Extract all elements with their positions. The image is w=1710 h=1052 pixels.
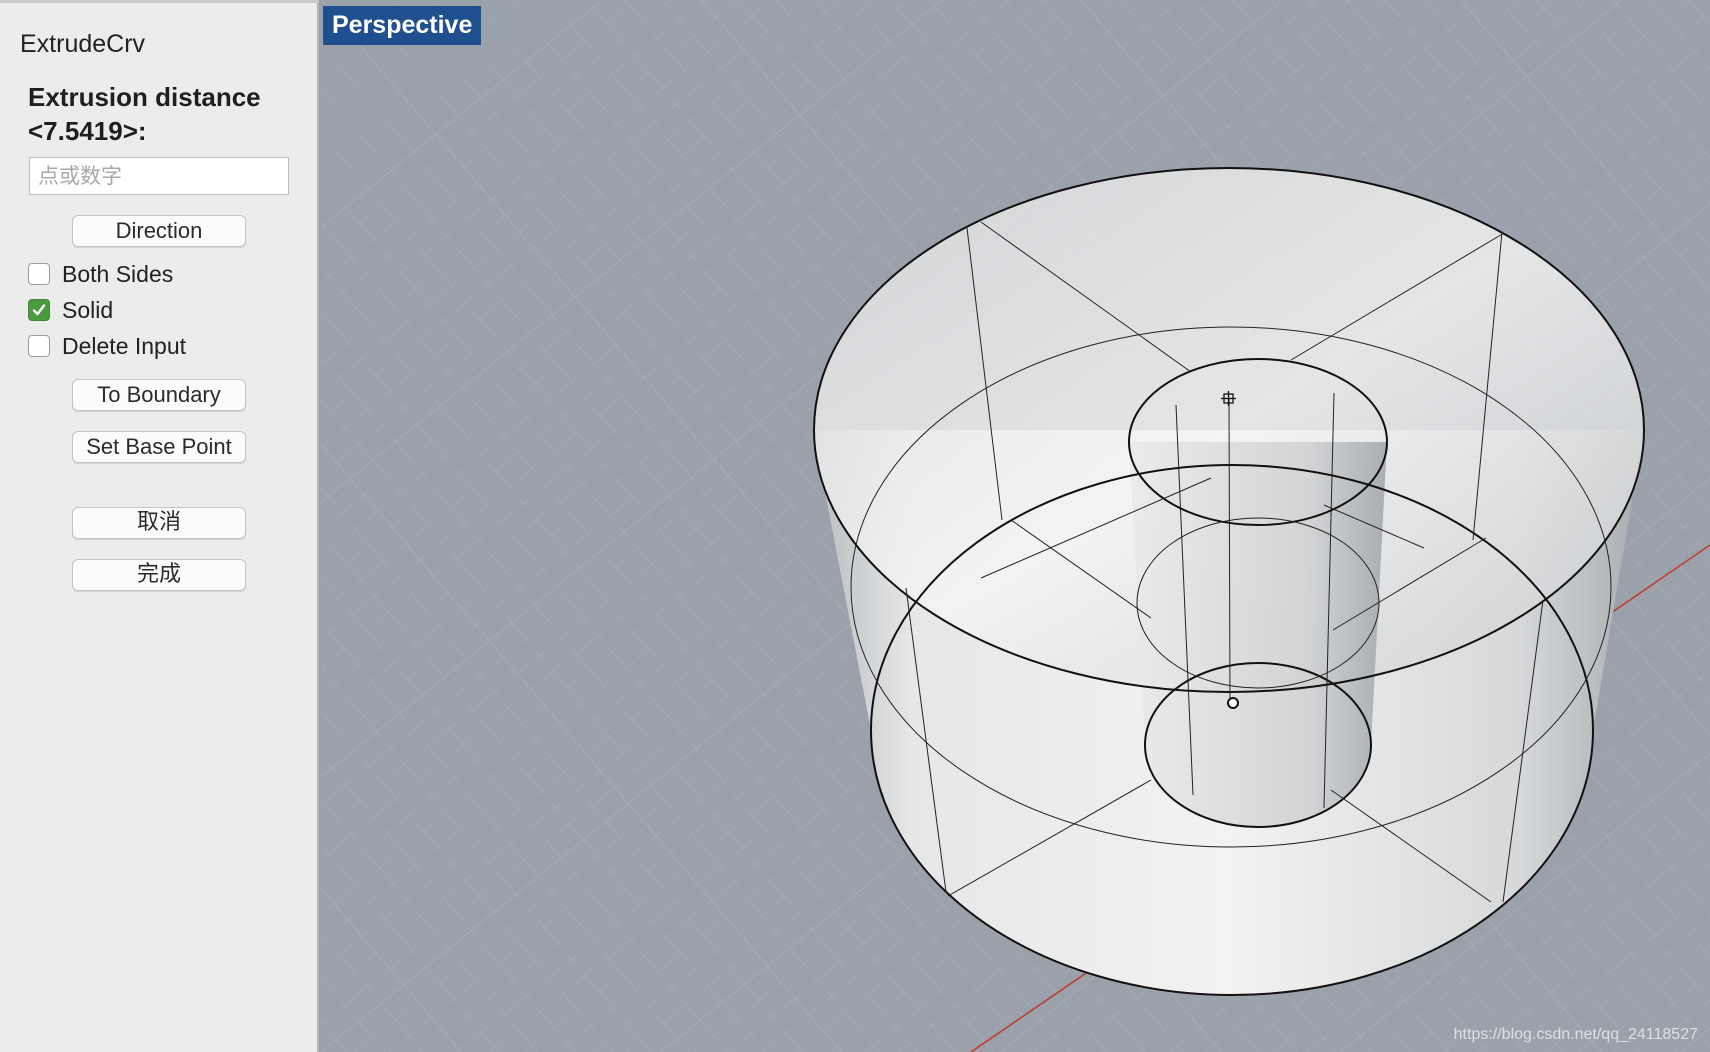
grid-line bbox=[321, 0, 637, 256]
inner-hole-wall bbox=[1129, 442, 1387, 827]
direction-button[interactable]: Direction bbox=[72, 215, 246, 247]
watermark: https://blog.csdn.net/qq_24118527 bbox=[1453, 1026, 1698, 1043]
solid-checkbox[interactable] bbox=[28, 299, 50, 321]
extruded-solid[interactable] bbox=[813, 167, 1645, 996]
solid-label: Solid bbox=[62, 297, 114, 323]
delete-input-checkbox[interactable] bbox=[28, 335, 50, 357]
to-boundary-button[interactable]: To Boundary bbox=[72, 379, 246, 411]
grid-line bbox=[321, 0, 807, 393]
grid-line bbox=[321, 0, 671, 283]
viewport-canvas[interactable] bbox=[321, 0, 1710, 1052]
checkmark-icon bbox=[32, 304, 46, 316]
viewport-title[interactable]: Perspective bbox=[323, 6, 482, 45]
done-button[interactable]: 完成 bbox=[72, 559, 246, 591]
cancel-button[interactable]: 取消 bbox=[72, 507, 246, 539]
grid-line bbox=[321, 665, 652, 1052]
grid-line bbox=[321, 843, 500, 1052]
distance-input[interactable] bbox=[29, 157, 289, 195]
command-panel: ExtrudeCrv Extrusion distance <7.5419>: … bbox=[0, 0, 319, 1052]
command-prompt: Extrusion distance <7.5419>: bbox=[28, 82, 261, 146]
both-sides-label: Both Sides bbox=[62, 261, 174, 287]
grid-line bbox=[321, 0, 603, 228]
command-name: ExtrudeCrv bbox=[20, 30, 146, 58]
delete-input-label: Delete Input bbox=[62, 333, 187, 359]
both-sides-checkbox[interactable] bbox=[28, 263, 50, 285]
grid-line bbox=[321, 932, 424, 1052]
grid-line bbox=[321, 398, 880, 1052]
grid-line bbox=[1650, 0, 1710, 70]
set-base-point-button[interactable]: Set Base Point bbox=[72, 431, 246, 463]
base-point-marker[interactable] bbox=[1227, 697, 1239, 709]
panel-top-border bbox=[0, 0, 319, 3]
perspective-viewport[interactable]: Perspective https://blog.csdn.net/qq_241… bbox=[321, 0, 1710, 1052]
